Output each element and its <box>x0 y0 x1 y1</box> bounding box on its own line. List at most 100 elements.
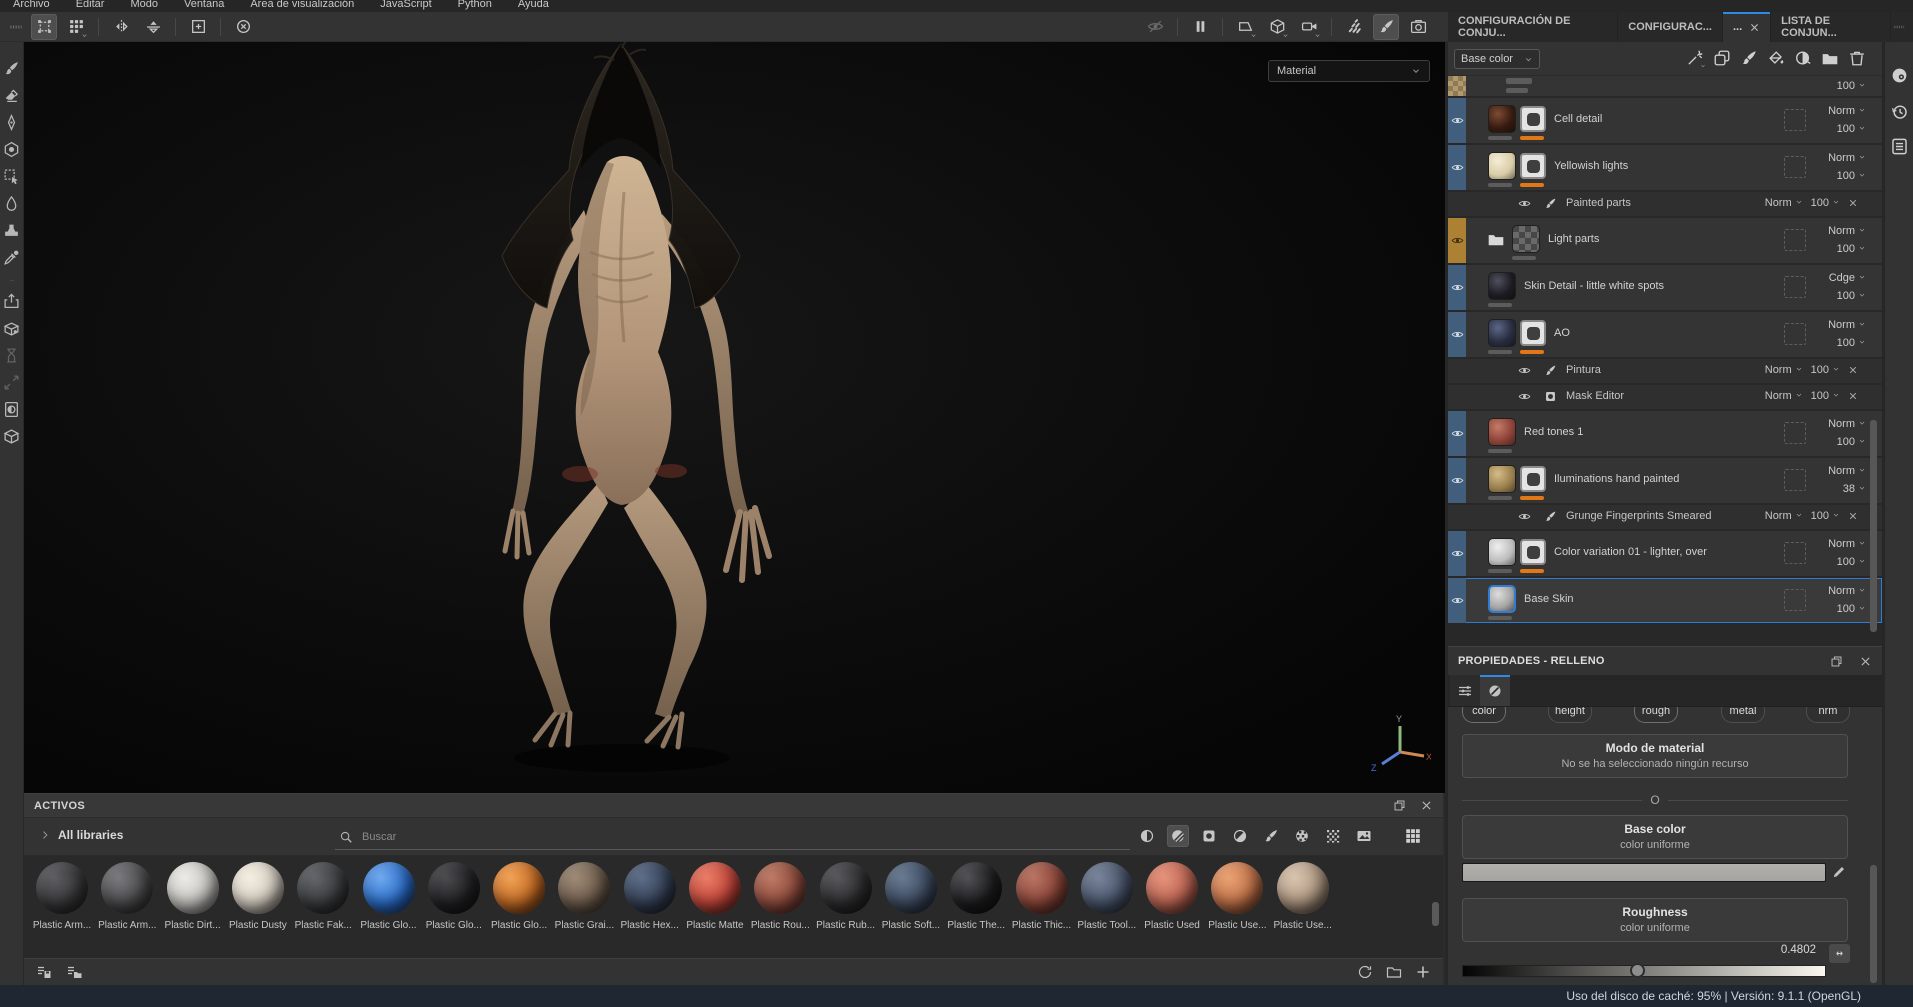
layer-blend-opacity[interactable]: Cdge 100 <box>1814 269 1866 305</box>
opacity-select[interactable]: 100 <box>1814 600 1866 618</box>
history-icon[interactable] <box>1890 102 1909 121</box>
material-item[interactable]: Plastic Matte <box>683 862 747 931</box>
mask-slot-box[interactable] <box>1784 229 1806 251</box>
layer-effect-row[interactable]: Painted parts Norm 100 <box>1448 192 1882 216</box>
layer-mask-thumbnail[interactable] <box>1520 539 1546 565</box>
add-fill-button[interactable] <box>1767 49 1785 67</box>
eye-icon[interactable] <box>1451 234 1464 247</box>
display-settings-icon[interactable] <box>1890 66 1909 85</box>
polygon-fill-tool[interactable] <box>2 139 22 159</box>
material-item[interactable]: Plastic Used <box>1140 862 1204 931</box>
eye-icon[interactable] <box>1518 390 1531 403</box>
layer-effect-row[interactable]: Grunge Fingerprints Smeared Norm 100 <box>1448 505 1882 529</box>
material-mode-box[interactable]: Modo de material No se ha seleccionado n… <box>1462 734 1848 778</box>
menu-modo[interactable]: Modo <box>117 0 171 12</box>
blend-mode-select[interactable]: Norm <box>1765 510 1803 522</box>
channel-filter-dropdown[interactable]: Base color <box>1454 49 1540 69</box>
blend-mode-select[interactable]: Cdge <box>1814 269 1866 287</box>
layer-thumbnail[interactable] <box>1488 319 1516 347</box>
pause-engine-button[interactable] <box>1187 14 1213 40</box>
maximize-icon[interactable] <box>1393 799 1406 812</box>
search-input[interactable] <box>362 831 962 843</box>
layer-row[interactable]: Red tones 1 Norm 100 <box>1448 411 1882 456</box>
channel-chip-height[interactable]: height <box>1548 707 1592 723</box>
projection-tool[interactable] <box>2 112 22 132</box>
opacity-select[interactable]: 100 <box>1814 287 1866 305</box>
layer-row[interactable]: Skin Detail - little white spots Cdge 10… <box>1448 265 1882 310</box>
camera-mode-button[interactable] <box>1296 14 1322 40</box>
opacity-select[interactable]: 100 <box>1811 364 1840 376</box>
toolbar-drag-handle-icon[interactable] <box>8 20 24 34</box>
layer-row[interactable]: Base Skin Norm 100 <box>1448 578 1882 623</box>
blend-mode-select[interactable]: Norm <box>1814 462 1866 480</box>
filter-alphas[interactable] <box>1291 825 1313 847</box>
blend-mode-select[interactable]: Norm <box>1814 415 1866 433</box>
screenshot-button[interactable] <box>1405 14 1431 40</box>
layer-row[interactable]: Cell detail Norm 100 <box>1448 98 1882 143</box>
roughness-range-button[interactable] <box>1829 944 1850 963</box>
layer-mask-thumbnail[interactable] <box>1520 106 1546 132</box>
filter-smart-masks[interactable] <box>1198 825 1220 847</box>
material-item[interactable]: Plastic Glo... <box>357 862 421 931</box>
assets-library-button[interactable] <box>2 318 22 338</box>
mask-slot-box[interactable] <box>1784 422 1806 444</box>
paint-tool-button[interactable] <box>1373 14 1399 40</box>
layer-blend-opacity[interactable]: Norm 100 <box>1814 415 1866 451</box>
layer-thumbnail[interactable] <box>1488 465 1516 493</box>
layer-blend-opacity[interactable]: Norm 100 <box>1814 102 1866 138</box>
eye-icon[interactable] <box>1451 547 1464 560</box>
blend-mode-select[interactable]: Norm <box>1765 364 1803 376</box>
magic-wand-button[interactable] <box>1686 49 1704 67</box>
roughness-slider-handle[interactable] <box>1630 963 1645 978</box>
filter-environments[interactable] <box>1353 825 1375 847</box>
material-item[interactable]: Plastic Arm... <box>95 862 159 931</box>
eye-icon[interactable] <box>1451 161 1464 174</box>
layer-effect-row[interactable]: Mask Editor Norm 100 <box>1448 385 1882 409</box>
material-item[interactable]: Plastic The... <box>944 862 1008 931</box>
layer-effect-row[interactable]: Pintura Norm 100 <box>1448 359 1882 383</box>
eye-icon[interactable] <box>1451 427 1464 440</box>
new-folder-icon[interactable] <box>1386 964 1402 980</box>
tab-properties-material[interactable] <box>1480 675 1510 706</box>
mask-slot-box[interactable] <box>1784 276 1806 298</box>
color-picker-pencil-icon[interactable] <box>1832 864 1847 879</box>
delete-effect-icon[interactable] <box>1848 511 1858 521</box>
filter-smart-materials[interactable] <box>1167 825 1189 847</box>
shelf-scrollbar[interactable] <box>1432 902 1439 926</box>
eye-icon[interactable] <box>1451 328 1464 341</box>
geometry-select-tool[interactable] <box>2 166 22 186</box>
layer-thumbnail[interactable] <box>1488 538 1516 566</box>
opacity-select[interactable]: 100 <box>1814 120 1866 138</box>
mask-slot-box[interactable] <box>1784 156 1806 178</box>
eye-icon[interactable] <box>1451 281 1464 294</box>
menu-ayuda[interactable]: Ayuda <box>505 0 562 12</box>
log-icon[interactable] <box>1890 137 1909 156</box>
blend-mode-select[interactable]: Norm <box>1814 222 1866 240</box>
shading-mode-dropdown[interactable]: Material <box>1268 60 1430 82</box>
blend-mode-select[interactable]: Norm <box>1814 316 1866 334</box>
material-item[interactable]: Plastic Grai... <box>552 862 616 931</box>
close-icon[interactable] <box>1420 799 1433 812</box>
material-item[interactable]: Plastic Glo... <box>487 862 551 931</box>
opacity-select[interactable]: 100 <box>1811 197 1840 209</box>
shape-mode-button[interactable] <box>1232 14 1258 40</box>
layer-blend-opacity[interactable]: Norm 100 <box>1814 149 1866 185</box>
layer-thumbnail[interactable] <box>1488 418 1516 446</box>
bake-pending-button[interactable] <box>2 345 22 365</box>
dock-tab-0[interactable]: CONFIGURACIÓN DE CONJU... <box>1448 12 1618 42</box>
axis-gizmo[interactable]: Y X Z <box>1367 711 1431 773</box>
layer-blend-opacity[interactable]: Norm 100 <box>1814 316 1866 352</box>
opacity-select[interactable]: 38 <box>1814 480 1866 498</box>
add-layer-button[interactable] <box>1713 49 1731 67</box>
roughness-box[interactable]: Roughness color uniforme <box>1462 898 1848 942</box>
particles-button[interactable] <box>1341 14 1367 40</box>
filter-materials[interactable] <box>1136 825 1158 847</box>
close-icon[interactable] <box>1859 655 1872 668</box>
filter-brushes[interactable] <box>1260 825 1282 847</box>
material-item[interactable]: Plastic Hex... <box>618 862 682 931</box>
eye-icon[interactable] <box>1451 594 1464 607</box>
layer-thumbnail[interactable] <box>1488 105 1516 133</box>
material-item[interactable]: Plastic Fak... <box>291 862 355 931</box>
material-picker-tool[interactable] <box>2 247 22 267</box>
eye-icon[interactable] <box>1518 197 1531 210</box>
